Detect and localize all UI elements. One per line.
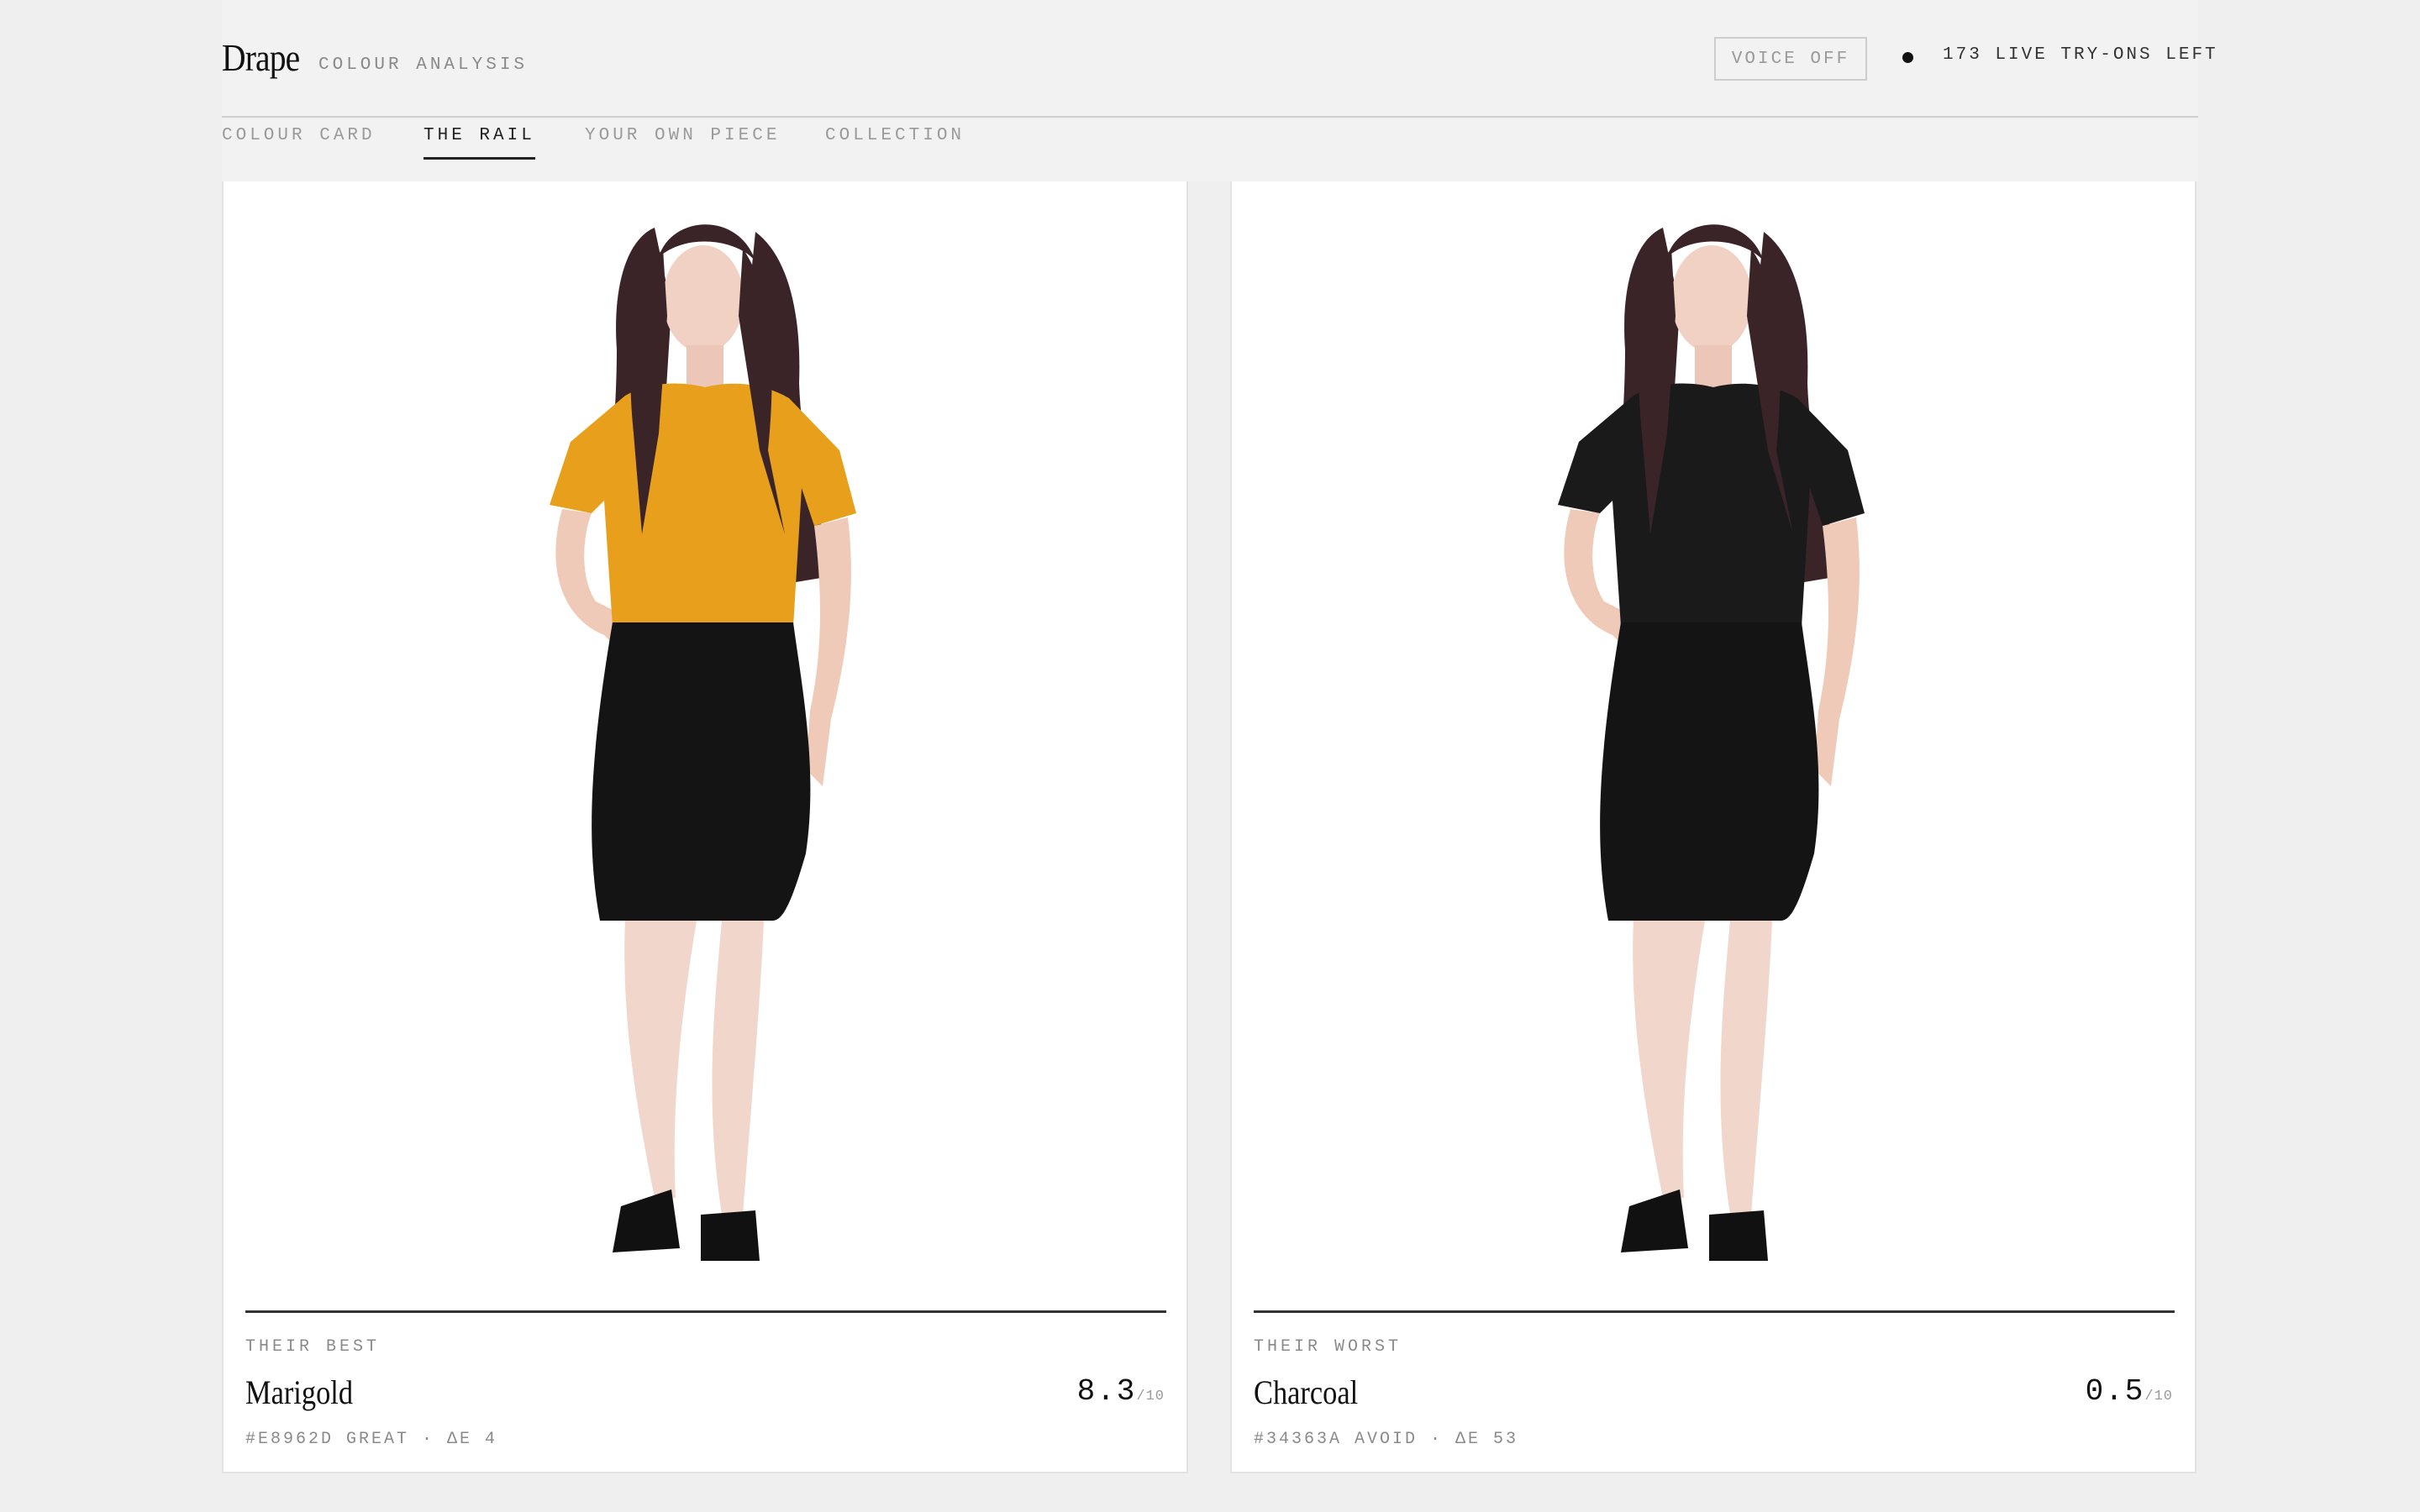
best-tryon-photo [224, 181, 1186, 1290]
worst-score: 0.5/10 [2086, 1374, 2173, 1409]
best-colour-meta: #E8962D GREAT · ΔE 4 [245, 1430, 498, 1449]
tab-your-own-piece[interactable]: YOUR OWN PIECE [585, 126, 780, 157]
app-frame: Drape COLOUR ANALYSIS VOICE OFF 173 LIVE… [222, 0, 2216, 1512]
worst-score-value: 0.5 [2085, 1374, 2145, 1409]
brand-subtitle: COLOUR ANALYSIS [318, 55, 529, 75]
voice-toggle-button[interactable]: VOICE OFF [1714, 37, 1867, 81]
tab-the-rail[interactable]: THE RAIL [424, 126, 535, 160]
worst-colour-meta: #34363A AVOID · ΔE 53 [1254, 1430, 1519, 1449]
worst-label: THEIR WORST [1254, 1337, 1402, 1357]
worst-tryon-photo [1232, 181, 2195, 1290]
card-divider [245, 1310, 1166, 1313]
top-header: Drape COLOUR ANALYSIS VOICE OFF 173 LIVE… [222, 0, 2216, 118]
tab-collection[interactable]: COLLECTION [825, 126, 965, 157]
live-tryons-counter: 173 LIVE TRY-ONS LEFT [1943, 45, 2218, 65]
tab-colour-card[interactable]: COLOUR CARD [222, 126, 376, 157]
worst-score-denominator: /10 [2144, 1389, 2173, 1404]
brand-logo[interactable]: Drape [222, 35, 300, 80]
tab-bar: COLOUR CARD THE RAIL YOUR OWN PIECE COLL… [222, 119, 2198, 181]
best-score: 8.3/10 [1077, 1374, 1165, 1409]
best-colour-name: Marigold [245, 1373, 354, 1411]
shirt-shape [550, 383, 856, 627]
worst-colour-name: Charcoal [1254, 1373, 1359, 1411]
worst-colour-card[interactable]: THEIR WORST Charcoal 0.5/10 #34363A AVOI… [1230, 181, 2196, 1473]
best-colour-card[interactable]: THEIR BEST Marigold 8.3/10 #E8962D GREAT… [222, 181, 1188, 1473]
model-figure-best [550, 224, 856, 1261]
best-score-value: 8.3 [1076, 1374, 1137, 1409]
model-figure-worst [1558, 224, 1865, 1261]
best-label: THEIR BEST [245, 1337, 381, 1357]
best-score-denominator: /10 [1136, 1389, 1165, 1404]
card-divider [1254, 1310, 2175, 1313]
live-status-dot-icon [1902, 52, 1913, 63]
